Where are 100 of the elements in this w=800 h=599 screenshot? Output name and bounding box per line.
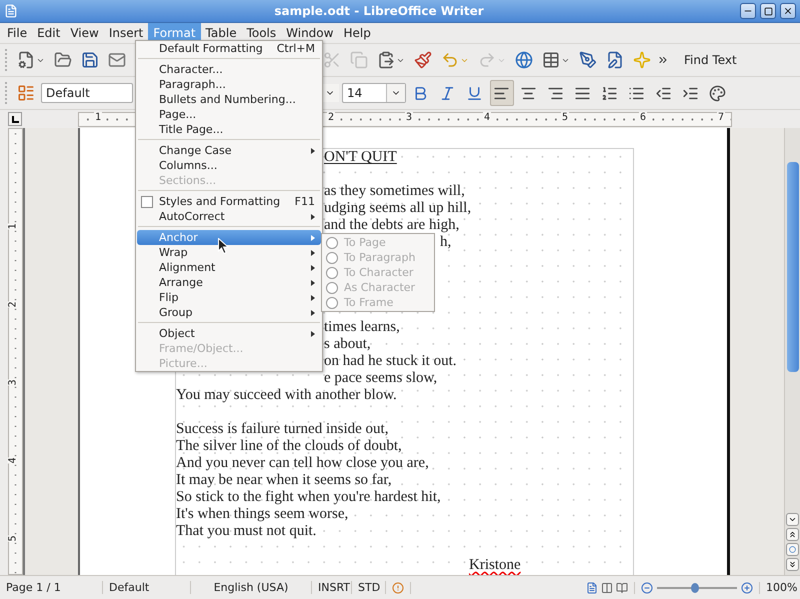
submenu-arrow-icon [311, 234, 315, 240]
previous-page-button[interactable] [786, 528, 799, 541]
find-text-button[interactable]: Find Text [678, 53, 743, 67]
poem-line: udging seems all up hill, [324, 200, 472, 217]
menu-item[interactable]: Tools [242, 23, 282, 43]
numbered-list-icon [601, 84, 618, 102]
menu-item[interactable]: Character... [137, 62, 321, 77]
folder-icon [54, 51, 72, 69]
next-page-button[interactable] [786, 558, 799, 571]
document-gear-icon [17, 51, 35, 69]
menu-item[interactable]: Change Case [137, 143, 321, 158]
tab-stop-icon[interactable] [8, 112, 22, 126]
align-left-button[interactable] [490, 80, 514, 106]
menu-item[interactable]: View [65, 23, 104, 43]
columns-icon[interactable] [601, 582, 613, 594]
paragraph-style-field[interactable]: Default [41, 83, 133, 103]
maximize-icon [764, 6, 772, 16]
poem-line: So stick to the fight when you're hardest hit, [176, 489, 441, 506]
copy-icon [350, 51, 368, 69]
menu-item[interactable]: Flip [137, 290, 321, 305]
menu-item[interactable]: Columns... [137, 158, 321, 173]
menu-item[interactable]: Arrange [137, 275, 321, 290]
toolbar-handle[interactable] [4, 48, 8, 72]
menu-item[interactable]: Page... [137, 107, 321, 122]
ruler-number: 4 [483, 112, 492, 122]
poem-line: You may succeed with another blow. [176, 387, 397, 404]
submenu-arrow-icon [311, 250, 315, 256]
book-icon[interactable] [616, 582, 628, 594]
single-page-icon[interactable] [586, 582, 598, 594]
styles-icon [17, 84, 35, 102]
poem-line: The silver line of the clouds of doubt, [176, 438, 402, 455]
poem-line: That you must not quit. [176, 523, 316, 540]
close-button[interactable] [780, 3, 796, 19]
vertical-scrollbar[interactable] [784, 128, 800, 575]
submenu-arrow-icon [311, 264, 315, 270]
poem-line: And you never can tell how close you are, [176, 455, 429, 472]
ruler-number: 6 [639, 112, 648, 122]
circle-icon [789, 546, 796, 553]
submenu-arrow-icon [311, 148, 315, 154]
edit-document-icon [606, 51, 624, 69]
zoom-out-icon[interactable] [641, 582, 653, 594]
checkbox[interactable] [141, 196, 153, 208]
menu-item[interactable]: Styles and Formatting F11 [137, 194, 321, 209]
poem-line: times learns, [324, 319, 400, 336]
submenu-arrow-icon [311, 280, 315, 286]
menu-item[interactable]: File [2, 23, 32, 43]
insert-mode[interactable]: INSRT [312, 581, 352, 594]
save-icon [81, 51, 99, 69]
menu-item[interactable]: Wrap [137, 245, 321, 260]
ruler-number: 3 [8, 379, 19, 386]
zoom-in-icon[interactable] [741, 582, 753, 594]
paste-icon [377, 51, 395, 69]
poem-line: as they sometimes will, [324, 183, 465, 200]
poem-line: It's when things seem worse, [176, 506, 348, 523]
ruler-number: 5 [561, 112, 570, 122]
menu-item[interactable]: Insert [104, 23, 148, 43]
menu-item[interactable]: Paragraph... [137, 77, 321, 92]
menu-item[interactable]: Title Page... [137, 122, 321, 137]
italic-icon [439, 84, 456, 102]
poem-line: and the debts are high, [324, 217, 460, 234]
document-icon [4, 4, 18, 18]
menu-item[interactable]: Object [137, 326, 321, 341]
table-icon [542, 51, 560, 69]
menu-item[interactable]: Edit [32, 23, 66, 43]
navigator-button[interactable] [786, 543, 799, 556]
poem-line: h, [440, 234, 452, 251]
menu-item[interactable]: Table [200, 23, 242, 43]
poem-line: s about, [324, 336, 371, 353]
page-style: Default [103, 581, 191, 594]
poem-line: e pace seems slow, [324, 370, 438, 387]
ruler-number: 7 [717, 112, 726, 122]
scroll-down-button[interactable] [786, 513, 799, 526]
menu-item[interactable]: AutoCorrect [137, 209, 321, 224]
ruler-number: 3 [405, 112, 414, 122]
ruler-number: 5 [8, 535, 19, 542]
poem-line: Success is failure turned inside out, [176, 421, 388, 438]
globe-icon [515, 51, 533, 69]
selection-mode[interactable]: STD [352, 581, 386, 594]
menu-item[interactable]: Bullets and Numbering... [137, 92, 321, 107]
star-icon [633, 51, 651, 69]
toolbar-handle[interactable] [4, 81, 8, 105]
maximize-button[interactable] [760, 3, 776, 19]
redo-icon [478, 51, 496, 69]
submenu-arrow-icon [311, 310, 315, 316]
menu-item[interactable]: Default Formatting Ctrl+M [137, 41, 321, 56]
palette-icon [709, 84, 726, 102]
modified-icon [392, 582, 404, 594]
menu-item[interactable]: Window [281, 23, 338, 43]
font-size-field[interactable]: 14 [342, 83, 406, 103]
document-title: ON'T QUIT [324, 149, 397, 166]
chevrons-icon [657, 54, 669, 66]
menu-item[interactable]: Group [137, 305, 321, 320]
menu-item[interactable]: Alignment [137, 260, 321, 275]
ruler-number: 1 [94, 112, 102, 122]
paintbrush-icon [414, 51, 432, 69]
submenu-arrow-icon [311, 214, 315, 220]
zoom-percent: 100% [765, 581, 798, 594]
minimize-button[interactable] [740, 3, 756, 19]
close-icon [783, 6, 793, 16]
menu-item[interactable]: Help [338, 23, 376, 43]
